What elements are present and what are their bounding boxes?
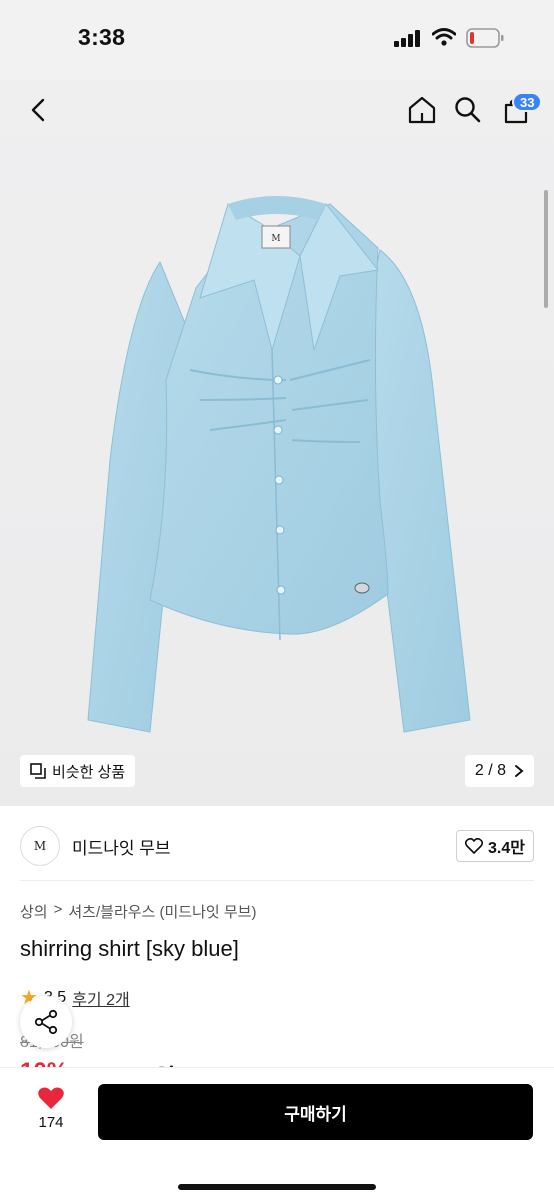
pager-label: 2 / 8 [474, 762, 506, 779]
share-icon [34, 1009, 58, 1035]
bottom-action-bar: 174 구매하기 [0, 1068, 554, 1200]
similar-products-label: 비슷한 상품 [52, 763, 126, 781]
search-icon [455, 97, 481, 123]
share-button[interactable] [20, 996, 72, 1048]
battery-icon [466, 28, 504, 48]
image-pager[interactable]: 2 / 8 [464, 755, 534, 787]
home-indicator [178, 1184, 376, 1190]
reviews-link[interactable]: 후기 2개 [72, 986, 130, 1010]
home-button[interactable] [404, 92, 440, 128]
chevron-left-icon [31, 98, 45, 122]
brand-logo-text: M [33, 839, 47, 853]
buy-button[interactable]: 구매하기 [98, 1084, 533, 1140]
brand-like-count: 3.4만 [488, 840, 525, 857]
copy-icon [30, 763, 46, 779]
chevron-right-icon [515, 765, 524, 777]
heart-outline-icon [465, 838, 484, 854]
search-button[interactable] [450, 92, 486, 128]
brand-like-button[interactable]: 3.4만 [456, 830, 534, 862]
wishlist-button[interactable]: 174 [24, 1086, 78, 1131]
brand-name[interactable]: 미드나잇 무브 [72, 834, 171, 859]
divider [20, 880, 534, 881]
product-title: shirring shirt [sky blue] [20, 936, 239, 961]
status-bar: 3:38 [0, 0, 554, 80]
brand-row[interactable]: M 미드나잇 무브 3.4만 [20, 818, 534, 874]
signal-icon [394, 30, 420, 47]
breadcrumb-separator: > [53, 901, 63, 918]
breadcrumb: 상의 > 셔츠/블라우스 (미드나잇 무브) [20, 901, 256, 922]
shirt-image: M [87, 196, 471, 733]
wishlist-count: 174 [38, 1114, 64, 1131]
status-time: 3:38 [78, 24, 126, 50]
breadcrumb-subcategory[interactable]: 셔츠/블라우스 (미드나잇 무브) [68, 901, 256, 922]
product-image[interactable]: M [0, 80, 554, 806]
svg-text:M: M [271, 234, 280, 244]
similar-products-button[interactable]: 비슷한 상품 [20, 755, 136, 787]
top-nav [0, 80, 554, 142]
breadcrumb-category[interactable]: 상의 [20, 901, 48, 922]
back-button[interactable] [20, 92, 56, 128]
home-icon [408, 96, 436, 124]
wifi-icon [432, 28, 456, 46]
scroll-indicator [544, 190, 548, 308]
cart-count-badge: 33 [512, 92, 543, 112]
heart-filled-icon [38, 1087, 64, 1109]
brand-logo[interactable]: M [20, 826, 60, 866]
